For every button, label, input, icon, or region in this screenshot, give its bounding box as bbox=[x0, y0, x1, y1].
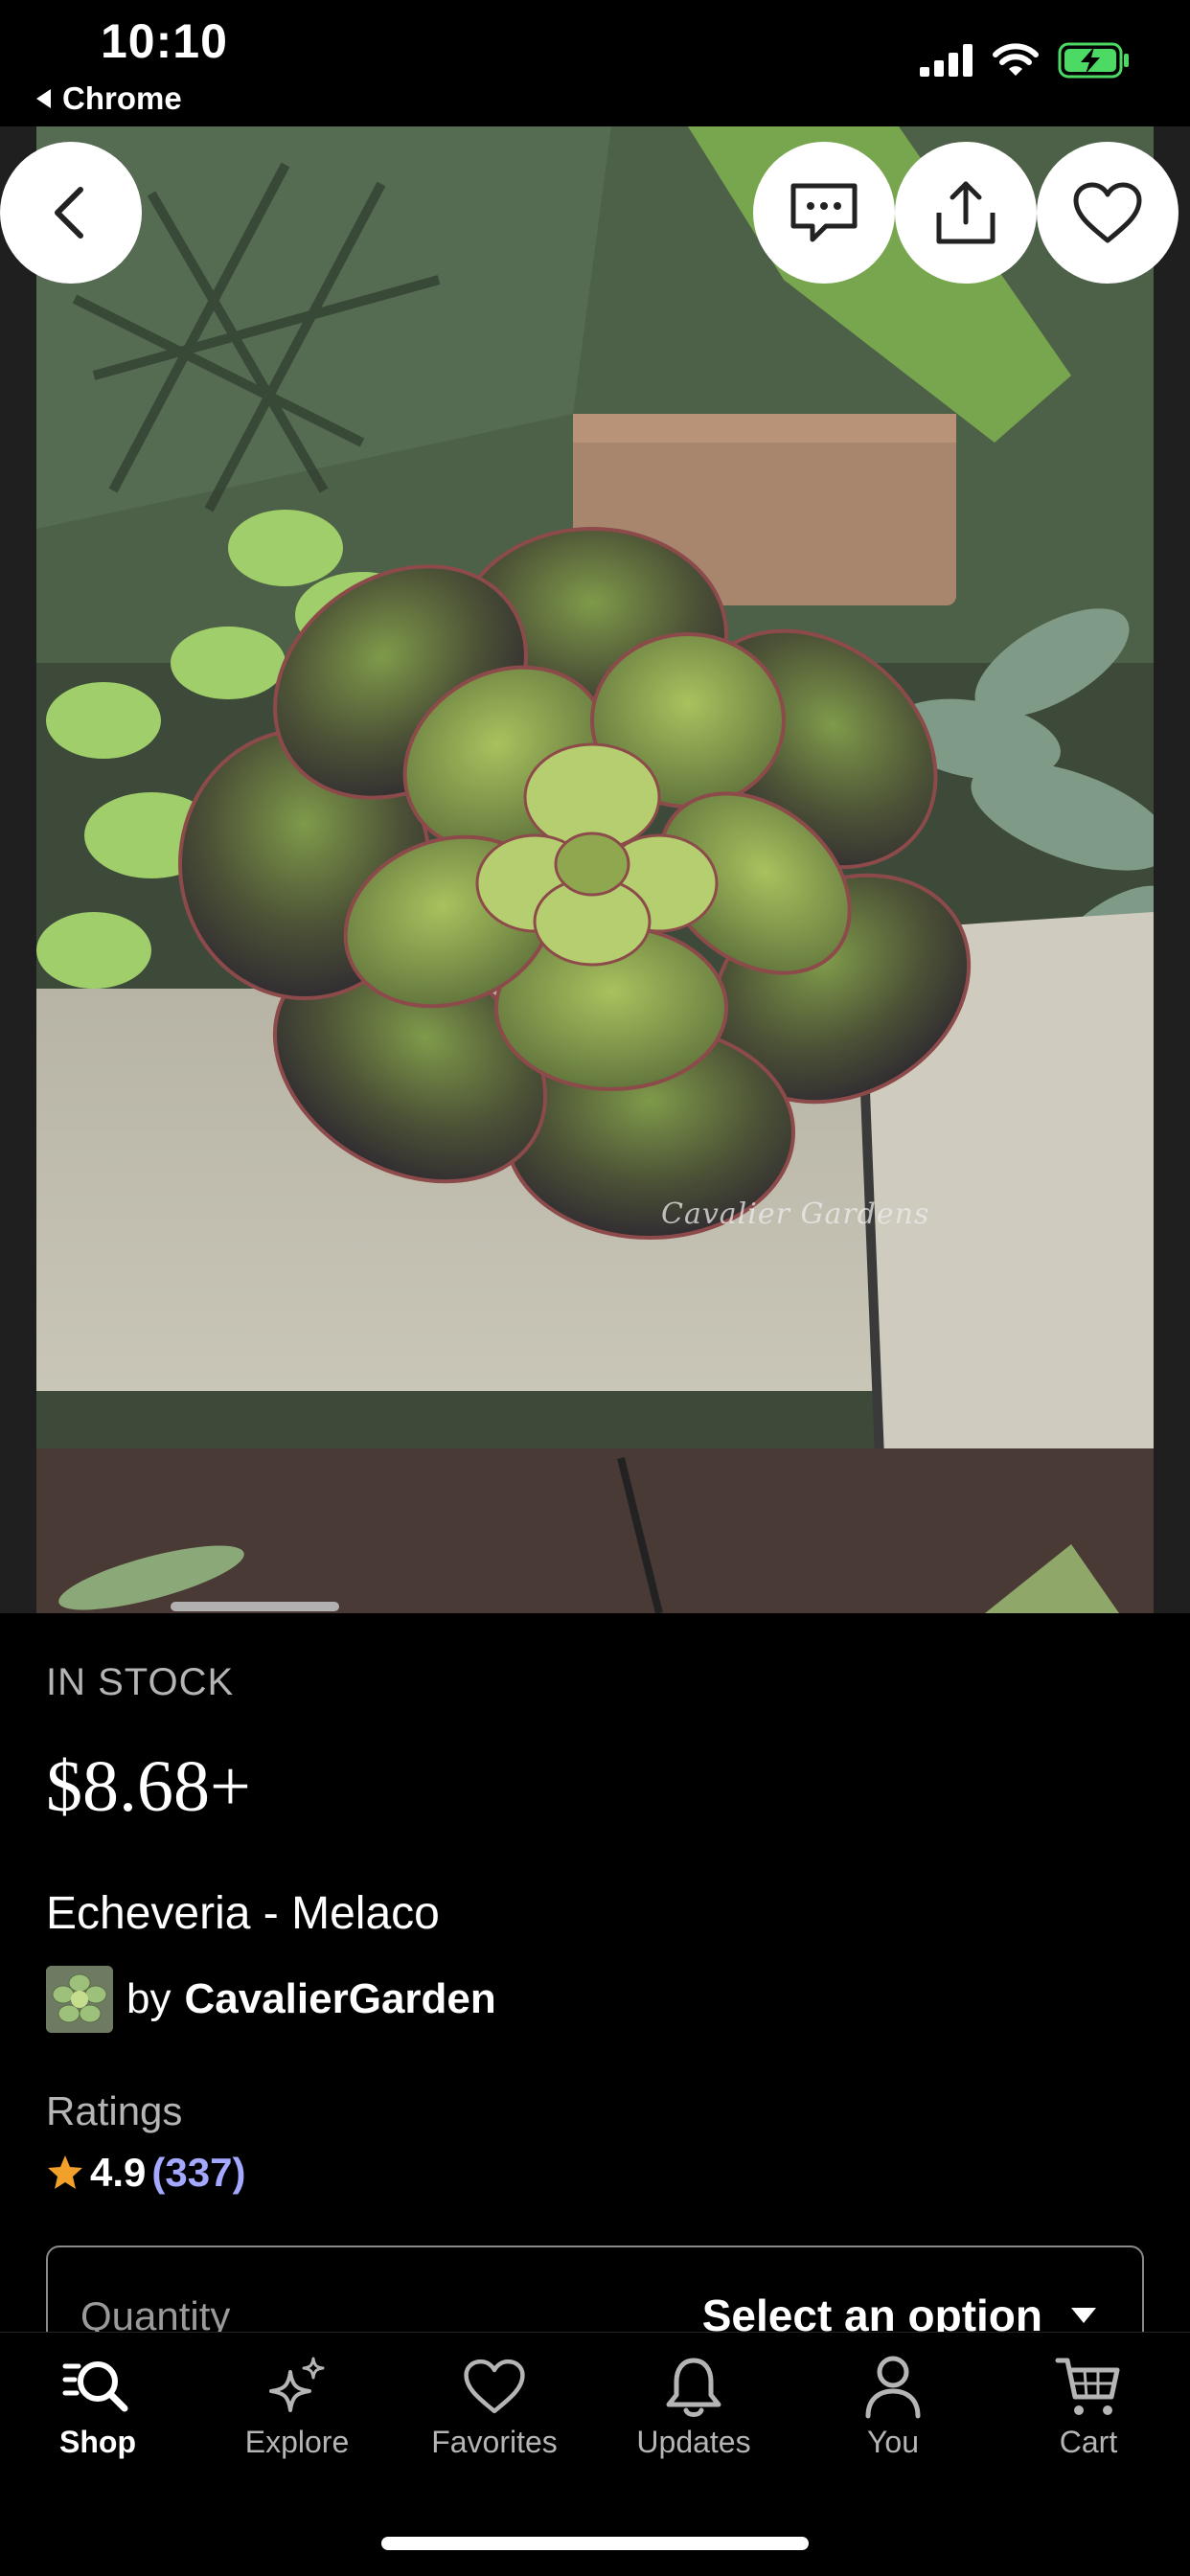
cart-icon bbox=[1055, 2358, 1120, 2415]
ratings-label: Ratings bbox=[46, 2088, 183, 2133]
sparkle-icon bbox=[269, 2357, 325, 2412]
tab-cart[interactable]: Cart bbox=[993, 2333, 1184, 2486]
shop-link[interactable]: by CavalierGarden bbox=[46, 1966, 496, 2033]
heart-icon bbox=[464, 2359, 525, 2414]
share-icon bbox=[936, 181, 995, 244]
status-bar: 10:10 Chrome bbox=[0, 0, 1190, 126]
wifi-icon bbox=[993, 43, 1039, 76]
tab-explore[interactable]: Explore bbox=[201, 2333, 393, 2486]
shop-avatar bbox=[46, 1966, 113, 2033]
star-icon bbox=[48, 2155, 82, 2189]
tab-explore-label: Explore bbox=[244, 2425, 350, 2459]
person-icon bbox=[865, 2356, 921, 2419]
battery-charging-icon bbox=[1058, 42, 1129, 79]
stock-status: IN STOCK bbox=[46, 1661, 235, 1703]
chevron-left-icon bbox=[55, 187, 83, 239]
listing-photo[interactable] bbox=[36, 126, 1154, 1613]
tab-you-label: You bbox=[867, 2425, 919, 2459]
tab-you[interactable]: You bbox=[797, 2333, 989, 2486]
heart-icon bbox=[1073, 182, 1142, 243]
image-page-indicator bbox=[171, 1602, 339, 1611]
listing-price: $8.68+ bbox=[46, 1746, 251, 1827]
shop-by-label: by bbox=[126, 1975, 172, 2022]
back-button[interactable] bbox=[0, 142, 142, 284]
rating-summary[interactable]: 4.9 (337) bbox=[46, 2150, 245, 2196]
photo-watermark: Cavalier Gardens bbox=[661, 1197, 930, 1231]
back-triangle-icon bbox=[36, 89, 51, 108]
share-button[interactable] bbox=[895, 142, 1037, 284]
caret-down-icon bbox=[1071, 2308, 1096, 2323]
bell-icon bbox=[666, 2358, 721, 2417]
system-icons bbox=[920, 42, 1131, 79]
tab-favorites[interactable]: Favorites bbox=[399, 2333, 590, 2486]
tab-updates[interactable]: Updates bbox=[598, 2333, 790, 2486]
tab-cart-label: Cart bbox=[1059, 2425, 1118, 2459]
tab-favorites-label: Favorites bbox=[431, 2425, 558, 2459]
back-app-label: Chrome bbox=[62, 80, 182, 116]
cellular-signal-icon bbox=[920, 44, 973, 77]
message-icon bbox=[790, 183, 858, 242]
favorite-button[interactable] bbox=[1037, 142, 1179, 284]
shop-name[interactable]: CavalierGarden bbox=[184, 1975, 495, 2023]
status-time: 10:10 bbox=[101, 14, 228, 68]
listing-title: Echeveria - Melaco bbox=[46, 1888, 440, 1939]
message-seller-button[interactable] bbox=[753, 142, 895, 284]
tab-shop[interactable]: Shop bbox=[2, 2333, 194, 2486]
rating-count-link[interactable]: (337) bbox=[151, 2150, 245, 2196]
back-to-chrome-link[interactable]: Chrome bbox=[36, 80, 182, 117]
tab-shop-label: Shop bbox=[59, 2425, 136, 2459]
rating-value: 4.9 bbox=[90, 2150, 147, 2195]
shop-search-icon bbox=[62, 2361, 128, 2412]
home-indicator bbox=[381, 2537, 809, 2550]
tab-updates-label: Updates bbox=[636, 2425, 751, 2459]
